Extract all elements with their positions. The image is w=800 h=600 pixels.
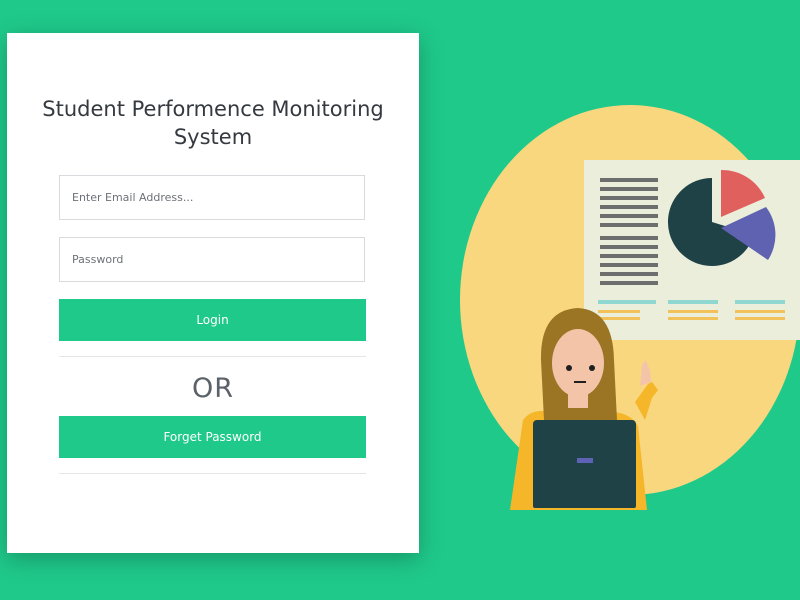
password-field[interactable] bbox=[59, 237, 365, 282]
page-title: Student Performence Monitoring System bbox=[7, 95, 419, 151]
forget-password-button[interactable]: Forget Password bbox=[59, 416, 366, 458]
login-button[interactable]: Login bbox=[59, 299, 366, 341]
divider bbox=[59, 356, 366, 357]
email-field[interactable] bbox=[59, 175, 365, 220]
or-separator: OR bbox=[191, 373, 234, 404]
title-line-2: System bbox=[173, 125, 253, 149]
chart-board bbox=[584, 160, 800, 340]
login-card: Student Performence Monitoring System Lo… bbox=[7, 33, 419, 553]
divider bbox=[59, 473, 366, 474]
woman-with-laptop-and-pie-chart-board-icon bbox=[460, 105, 800, 510]
title-line-1: Student Performence Monitoring bbox=[42, 97, 384, 121]
